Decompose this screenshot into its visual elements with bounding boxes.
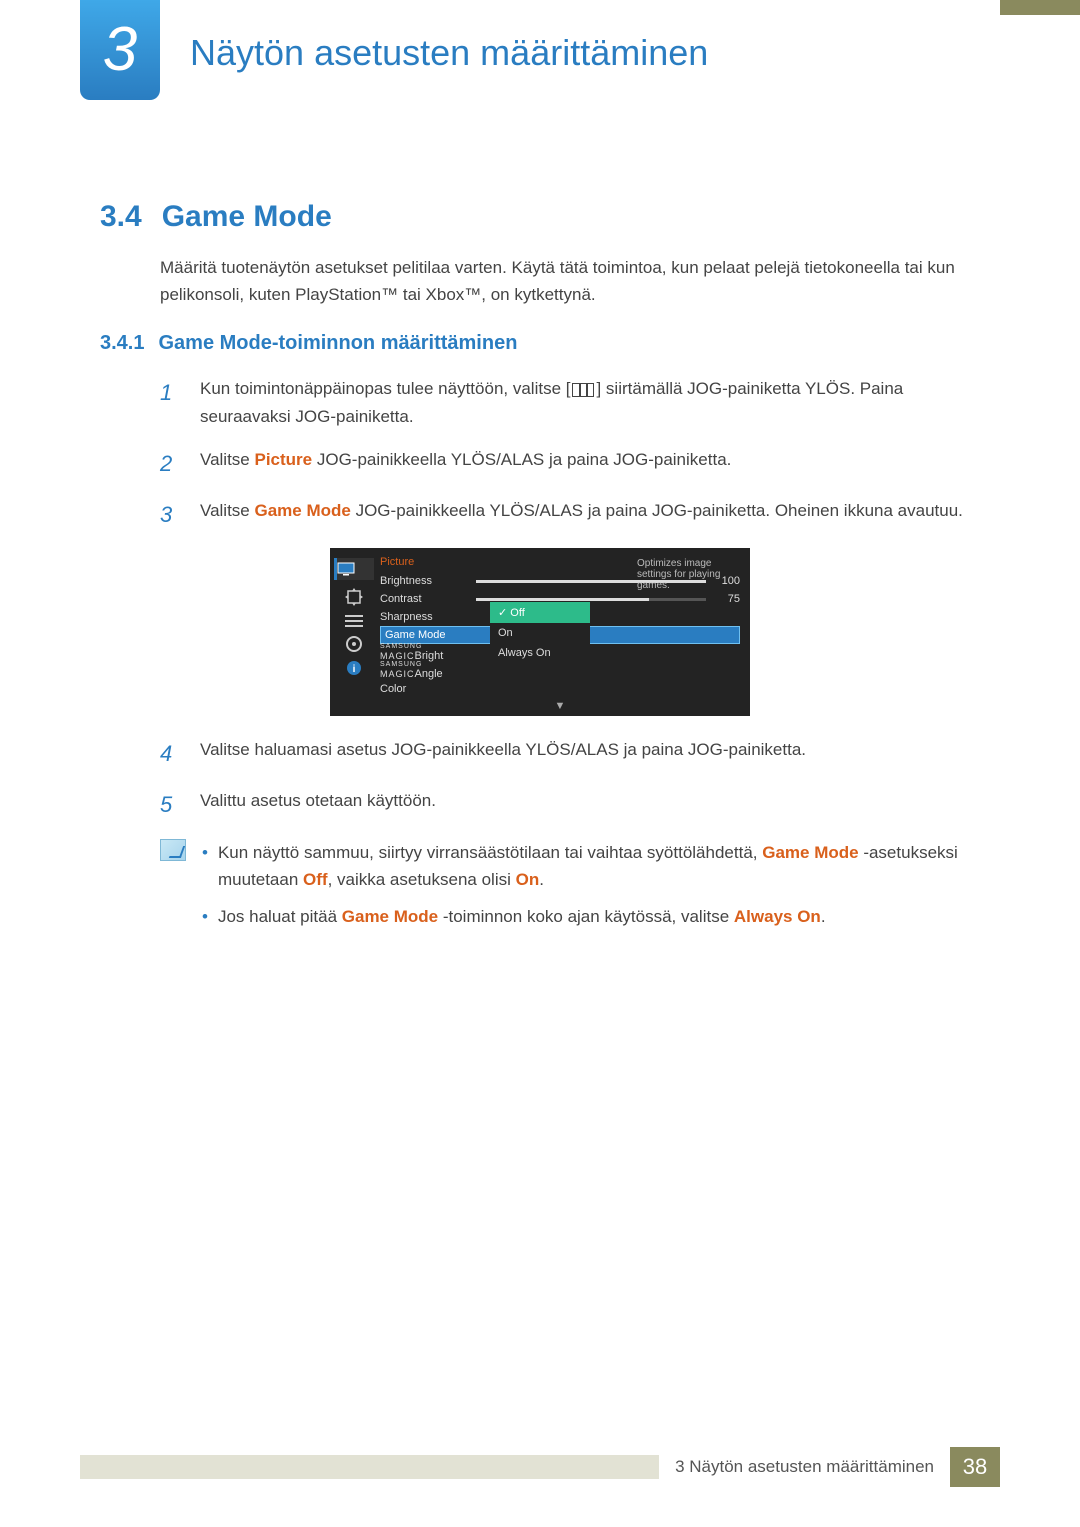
step-number: 1: [160, 375, 180, 429]
step-number: 5: [160, 787, 180, 822]
osd-row-color: Color: [380, 680, 740, 698]
chapter-number-tab: 3: [80, 0, 160, 100]
highlight-gamemode: Game Mode: [255, 501, 351, 520]
section-heading: 3.4 Game Mode: [100, 200, 980, 234]
steps-list: 1 Kun toimintonäppäinopas tulee näyttöön…: [160, 375, 980, 532]
highlight-picture: Picture: [255, 450, 313, 469]
osd-screenshot: i Picture Brightness 100 Contrast 75 Sha…: [330, 548, 750, 716]
note-item: Kun näyttö sammuu, siirtyy virransäästöt…: [202, 839, 980, 893]
step-3: 3 Valitse Game Mode JOG-painikkeella YLÖ…: [160, 497, 980, 532]
step-body: Valittu asetus otetaan käyttöön.: [200, 787, 980, 822]
note-list: Kun näyttö sammuu, siirtyy virransäästöt…: [202, 839, 980, 941]
step-5: 5 Valittu asetus otetaan käyttöön.: [160, 787, 980, 822]
osd-popup-on: On: [490, 623, 590, 643]
steps-list-cont: 4 Valitse haluamasi asetus JOG-painikkee…: [160, 736, 980, 822]
osd-popup: ✓ Off On Always On: [490, 602, 590, 663]
page-footer: 3 Näytön asetusten määrittäminen 38: [80, 1447, 1000, 1487]
step-body: Valitse Game Mode JOG-painikkeella YLÖS/…: [200, 497, 980, 532]
step-body: Valitse Picture JOG-painikkeella YLÖS/AL…: [200, 446, 980, 481]
step-number: 4: [160, 736, 180, 771]
down-arrow-icon: ▼: [380, 698, 740, 712]
accent-bar: [1000, 0, 1080, 15]
slider-fill: [476, 598, 649, 601]
page-content: 3.4 Game Mode Määritä tuotenäytön asetuks…: [0, 200, 1080, 940]
step-number: 2: [160, 446, 180, 481]
step-number: 3: [160, 497, 180, 532]
note-item: Jos haluat pitää Game Mode -toiminnon ko…: [202, 903, 980, 930]
osd-popup-off-selected: ✓ Off: [490, 602, 590, 623]
note-block: Kun näyttö sammuu, siirtyy virransäästöt…: [160, 839, 980, 941]
osd-tooltip: Optimizes image settings for playing gam…: [631, 552, 746, 597]
osd-popup-alwayson: Always On: [490, 643, 590, 663]
osd-sidebar: i: [334, 552, 374, 712]
osd-nav-menu-icon: [345, 614, 363, 628]
svg-text:i: i: [353, 664, 356, 675]
footer-bar: [80, 1455, 659, 1479]
note-icon: [160, 839, 186, 861]
osd-row-magicangle: SAMSUNGMAGICAngle: [380, 662, 740, 680]
subsection-number: 3.4.1: [100, 332, 144, 354]
osd-nav-info-icon: i: [346, 660, 362, 676]
menu-icon: [572, 383, 594, 397]
section-intro: Määritä tuotenäytön asetukset pelitilaa …: [160, 254, 980, 308]
section-number: 3.4: [100, 200, 142, 233]
osd-nav-picture-icon: [334, 558, 374, 580]
check-icon: ✓: [498, 607, 507, 619]
slider-track: [476, 598, 706, 601]
osd-nav-settings-icon: [346, 636, 362, 652]
subsection-heading: 3.4.1 Game Mode-toiminnon määrittäminen: [100, 332, 980, 355]
footer-text: 3 Näytön asetusten määrittäminen: [659, 1457, 950, 1477]
step-body: Kun toimintonäppäinopas tulee näyttöön, …: [200, 375, 980, 429]
step-4: 4 Valitse haluamasi asetus JOG-painikkee…: [160, 736, 980, 771]
step-1: 1 Kun toimintonäppäinopas tulee näyttöön…: [160, 375, 980, 429]
page-number: 38: [950, 1447, 1000, 1487]
subsection-title-text: Game Mode-toiminnon määrittäminen: [158, 332, 517, 354]
page-header: 3 Näytön asetusten määrittäminen: [0, 0, 1080, 140]
step-2: 2 Valitse Picture JOG-painikkeella YLÖS/…: [160, 446, 980, 481]
osd-nav-size-icon: [345, 588, 363, 606]
chapter-title: Näytön asetusten määrittäminen: [190, 32, 708, 74]
section-title-text: Game Mode: [162, 200, 332, 233]
step-body: Valitse haluamasi asetus JOG-painikkeell…: [200, 736, 980, 771]
